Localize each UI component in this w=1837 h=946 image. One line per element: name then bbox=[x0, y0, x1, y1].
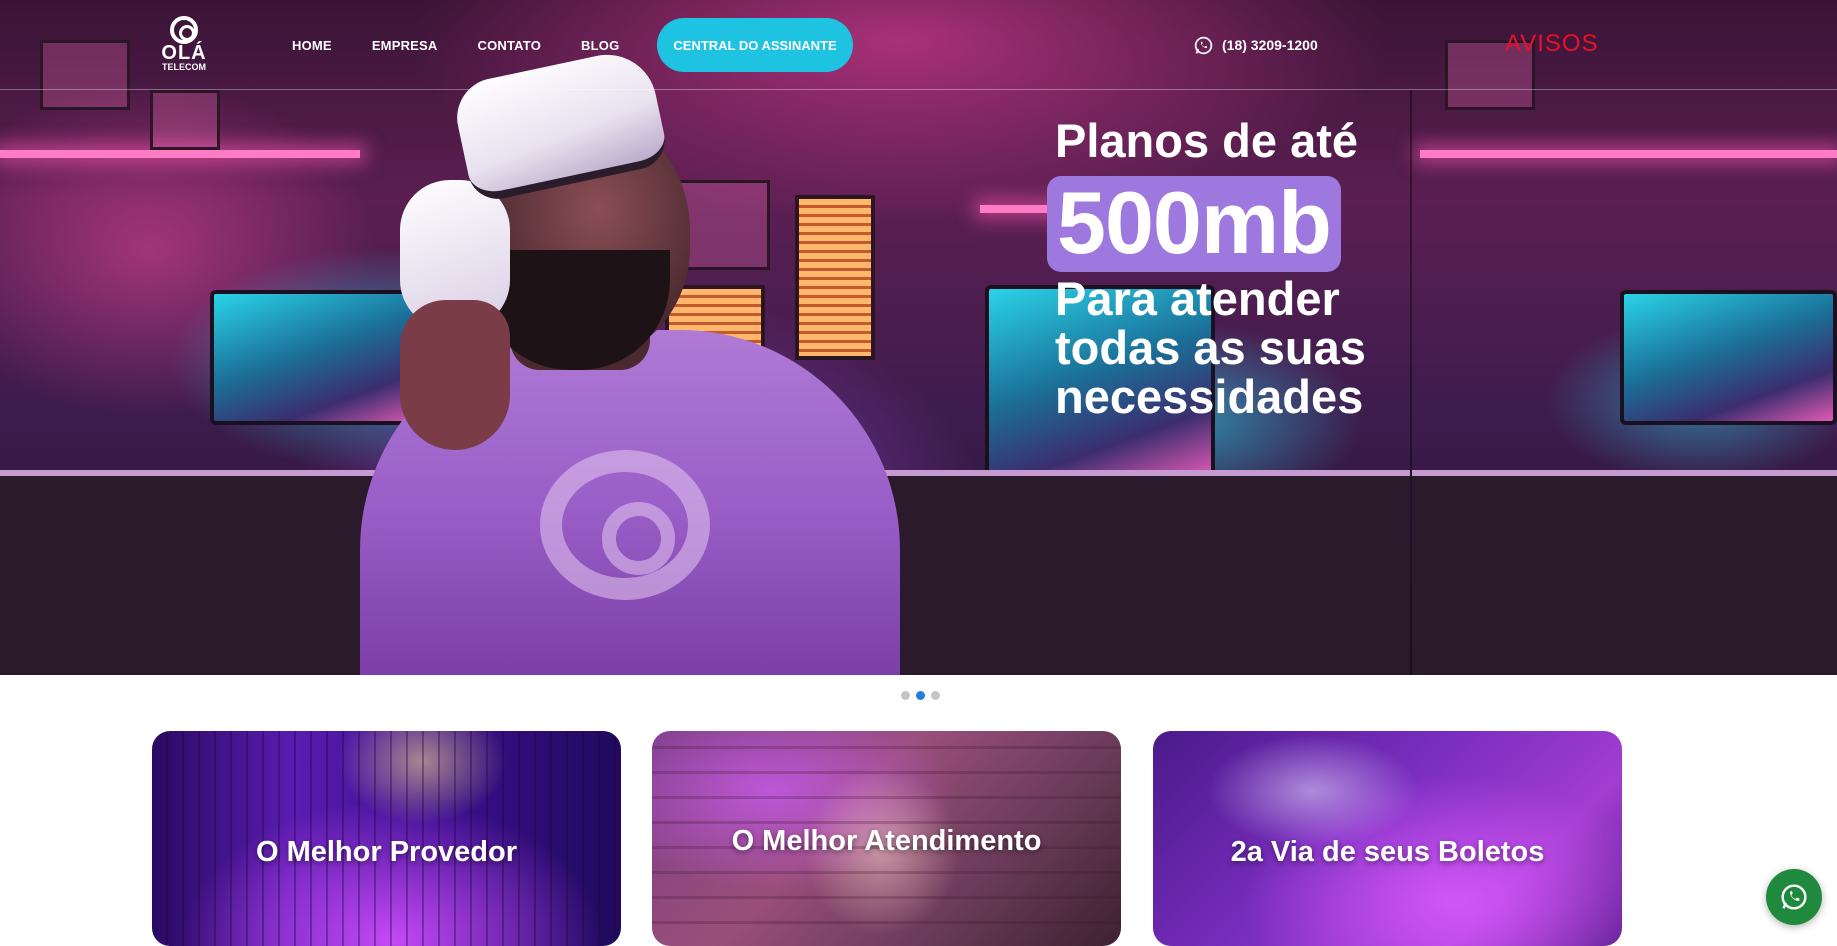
nav-home[interactable]: HOME bbox=[292, 38, 332, 53]
brand-logo[interactable]: OLÁ TELECOM bbox=[152, 16, 216, 74]
desk bbox=[880, 470, 1410, 675]
logo-wordmark: OLÁ bbox=[161, 42, 207, 64]
card-title: O Melhor Provedor bbox=[255, 836, 518, 868]
slider-dots bbox=[898, 691, 943, 700]
whatsapp-icon bbox=[1194, 36, 1213, 54]
logo-signal-icon bbox=[170, 16, 198, 44]
wall-frame bbox=[150, 90, 220, 150]
phone-number: (18) 3209-1200 bbox=[1222, 37, 1318, 53]
card-title: O Melhor Atendimento bbox=[731, 825, 1042, 857]
site-header: OLÁ TELECOM HOME EMPRESA CONTATO BLOG CE… bbox=[0, 0, 1837, 90]
nav-contato[interactable]: CONTATO bbox=[478, 38, 542, 53]
logo-subtitle: TELECOM bbox=[162, 62, 206, 72]
card-title: 2a Via de seus Boletos bbox=[1230, 836, 1545, 868]
neon-shelf bbox=[0, 150, 360, 158]
whatsapp-icon bbox=[1781, 884, 1807, 910]
card-melhor-atendimento[interactable]: O Melhor Atendimento bbox=[652, 731, 1121, 946]
nav-empresa[interactable]: EMPRESA bbox=[372, 38, 438, 53]
central-do-assinante-button[interactable]: CENTRAL DO ASSINANTE bbox=[657, 18, 853, 72]
whatsapp-float-button[interactable] bbox=[1766, 869, 1822, 925]
hero-line-1: Planos de até bbox=[1055, 114, 1358, 167]
hero-speed-highlight: 500mb bbox=[1047, 176, 1341, 272]
slider-dot-3[interactable] bbox=[931, 691, 940, 700]
card-melhor-provedor[interactable]: O Melhor Provedor bbox=[152, 731, 621, 946]
desk bbox=[0, 470, 380, 675]
hoodie-logo bbox=[540, 450, 710, 600]
slider-dot-1[interactable] bbox=[901, 691, 910, 700]
hero-headline: Planos de até 500mb Para atender todas a… bbox=[1047, 112, 1415, 423]
nav-blog[interactable]: BLOG bbox=[581, 38, 619, 53]
main-nav: HOME EMPRESA CONTATO BLOG CENTRAL DO ASS… bbox=[272, 18, 853, 72]
slider-dot-2[interactable] bbox=[916, 691, 925, 700]
hero-banner: Planos de até 500mb Para atender todas a… bbox=[0, 0, 1837, 675]
phone-contact[interactable]: (18) 3209-1200 bbox=[1193, 32, 1318, 58]
hand bbox=[400, 300, 510, 450]
neon-shelf bbox=[1420, 150, 1837, 158]
hero-line-rest: Para atender todas as suas necessidades bbox=[1055, 272, 1366, 423]
monitor bbox=[1620, 290, 1837, 425]
card-segunda-via-boletos[interactable]: 2a Via de seus Boletos bbox=[1153, 731, 1622, 946]
desk bbox=[1412, 470, 1837, 675]
avisos-link[interactable]: AVISOS bbox=[1505, 30, 1599, 58]
person-with-vr-headset bbox=[360, 45, 920, 675]
